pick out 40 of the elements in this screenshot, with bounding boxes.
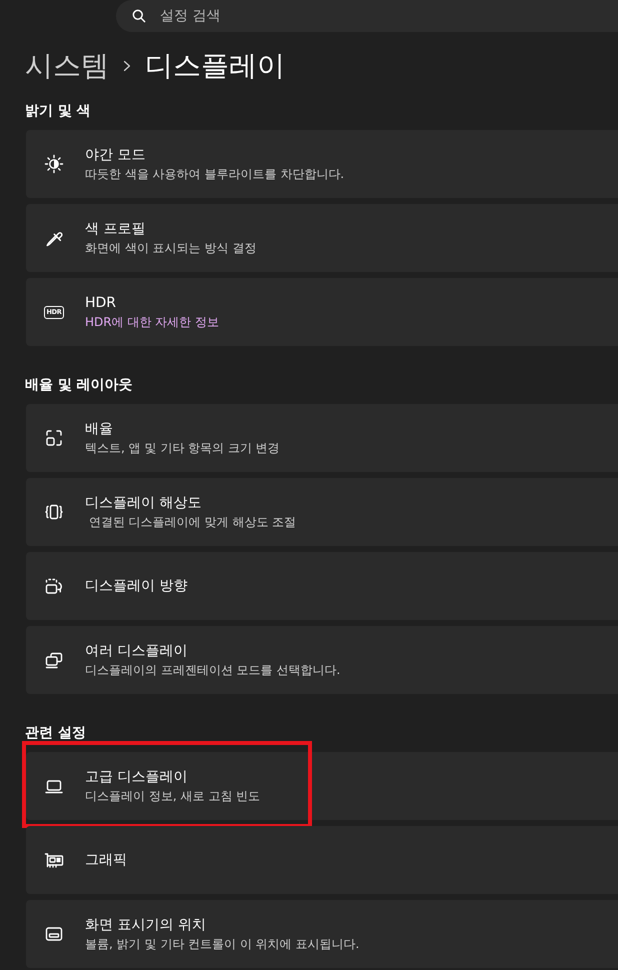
rotate-screen-icon bbox=[44, 576, 64, 596]
info-link[interactable]: HDR에 대한 자세한 정보 bbox=[85, 314, 220, 330]
settings-item[interactable]: 야간 모드 따듯한 색을 사용하여 블루라이트를 차단합니다. bbox=[26, 130, 618, 198]
section-heading: 배율 및 레이아웃 bbox=[25, 376, 134, 395]
item-title: 화면 표시기의 위치 bbox=[85, 916, 207, 934]
settings-item[interactable]: 화면 표시기의 위치 볼륨, 밝기 및 기타 컨트롤이 이 위치에 표시됩니다. bbox=[26, 900, 618, 968]
search-icon bbox=[131, 8, 147, 24]
settings-item[interactable]: 디스플레이 해상도 연결된 디스플레이에 맞게 해상도 조절 bbox=[26, 478, 618, 546]
chevron-icon bbox=[123, 60, 131, 72]
search-field[interactable]: 설정 검색 bbox=[116, 0, 618, 32]
item-description: 따듯한 색을 사용하여 블루라이트를 차단합니다. bbox=[85, 166, 344, 182]
sun-icon bbox=[44, 154, 64, 174]
settings-item[interactable]: 색 프로필 화면에 색이 표시되는 방식 결정 bbox=[26, 204, 618, 272]
item-description: 텍스트, 앱 및 기타 항목의 크기 변경 bbox=[85, 440, 280, 456]
page-title: 디스플레이 bbox=[145, 48, 285, 84]
two-monitors-icon bbox=[44, 650, 64, 670]
item-title: 배율 bbox=[85, 420, 114, 438]
settings-item[interactable]: 배율 텍스트, 앱 및 기타 항목의 크기 변경 bbox=[26, 404, 618, 472]
item-description: 디스플레이의 프레젠테이션 모드를 선택합니다. bbox=[85, 662, 340, 678]
item-description: 볼륨, 밝기 및 기타 컨트롤이 이 위치에 표시됩니다. bbox=[85, 936, 360, 952]
item-title: 디스플레이 방향 bbox=[85, 577, 188, 595]
settings-item[interactable]: 여러 디스플레이 디스플레이의 프레젠테이션 모드를 선택합니다. bbox=[26, 626, 618, 694]
item-title: HDR bbox=[85, 294, 118, 312]
item-title: 색 프로필 bbox=[85, 220, 146, 238]
section-heading: 관련 설정 bbox=[25, 724, 87, 743]
item-title: 디스플레이 해상도 bbox=[85, 494, 202, 512]
item-description: 디스플레이 정보, 새로 고침 빈도 bbox=[85, 788, 260, 804]
scale-icon bbox=[44, 428, 64, 448]
breadcrumb-link[interactable]: 시스템 bbox=[25, 46, 109, 86]
screen-brackets-icon bbox=[44, 502, 64, 522]
item-description: 연결된 디스플레이에 맞게 해상도 조절 bbox=[88, 514, 296, 530]
section-heading: 밝기 및 색 bbox=[25, 102, 92, 121]
item-title: 야간 모드 bbox=[85, 146, 146, 164]
item-description: 화면에 색이 표시되는 방식 결정 bbox=[85, 240, 256, 256]
item-title: 여러 디스플레이 bbox=[85, 642, 188, 660]
settings-item[interactable]: 디스플레이 방향 bbox=[26, 552, 618, 620]
settings-item[interactable]: 그래픽 bbox=[26, 826, 618, 894]
settings-item[interactable]: 고급 디스플레이 디스플레이 정보, 새로 고침 빈도 bbox=[26, 752, 618, 820]
item-title: 그래픽 bbox=[85, 851, 127, 869]
item-title: 고급 디스플레이 bbox=[85, 768, 188, 786]
